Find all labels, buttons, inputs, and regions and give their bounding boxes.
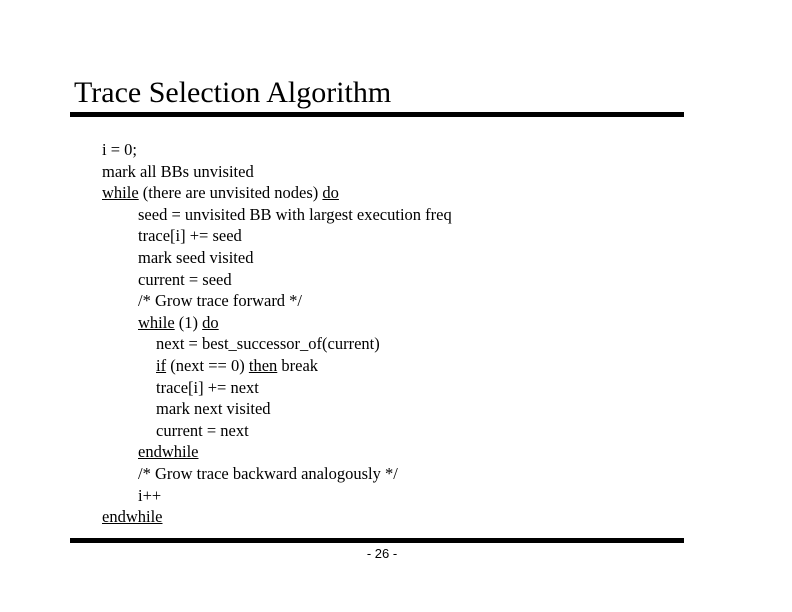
code-line: trace[i] += seed (102, 225, 452, 247)
footer-divider (70, 538, 684, 543)
code-text: seed = unvisited BB with largest executi… (138, 204, 452, 224)
keyword: while (138, 312, 175, 332)
slide-title: Trace Selection Algorithm (74, 76, 392, 109)
code-line: i++ (102, 485, 452, 507)
code-text: next = best_successor_of(current) (156, 334, 380, 354)
keyword: endwhile (102, 507, 163, 527)
code-line: i = 0; (102, 139, 452, 161)
keyword: endwhile (138, 442, 199, 462)
code-text: current = seed (138, 269, 232, 289)
code-text: i++ (138, 485, 162, 505)
code-line: current = next (102, 420, 452, 442)
code-text: (there are unvisited nodes) (138, 183, 323, 203)
code-text: current = next (156, 420, 249, 440)
code-line: seed = unvisited BB with largest executi… (102, 204, 452, 226)
code-text: mark next visited (156, 399, 271, 419)
code-text: trace[i] += seed (138, 226, 242, 246)
code-text: /* Grow trace forward */ (138, 291, 303, 311)
code-line: if (next == 0) then break (102, 355, 452, 377)
code-line: /* Grow trace backward analogously */ (102, 463, 452, 485)
page-number: - 26 - (366, 546, 398, 561)
code-text: trace[i] += next (156, 377, 259, 397)
code-text: (1) (174, 312, 203, 332)
code-text: mark all BBs unvisited (102, 161, 254, 181)
code-line: trace[i] += next (102, 377, 452, 399)
code-line: current = seed (102, 269, 452, 291)
code-text: break (277, 355, 319, 375)
keyword: if (156, 355, 167, 375)
code-line: endwhile (102, 441, 452, 463)
code-line: mark seed visited (102, 247, 452, 269)
code-text: i = 0; (102, 140, 137, 159)
code-line: next = best_successor_of(current) (102, 333, 452, 355)
keyword: then (248, 355, 278, 375)
pseudocode-block: i = 0; mark all BBs unvisited while (there… (102, 139, 452, 528)
code-line: mark all BBs unvisited (102, 161, 452, 183)
code-line: while (there are unvisited nodes) do (102, 182, 452, 204)
title-divider (70, 112, 684, 117)
code-line: /* Grow trace forward */ (102, 290, 452, 312)
code-line: mark next visited (102, 398, 452, 420)
code-line: while (1) do (102, 312, 452, 334)
keyword: do (322, 183, 339, 203)
code-line: endwhile (102, 506, 452, 528)
code-text: (next == 0) (166, 355, 249, 375)
keyword: do (202, 312, 219, 332)
code-text: mark seed visited (138, 247, 254, 267)
keyword: while (102, 183, 139, 203)
code-text: /* Grow trace backward analogously */ (138, 463, 398, 483)
